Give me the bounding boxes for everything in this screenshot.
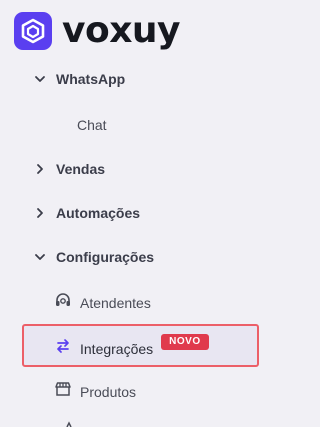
swap-arrows-icon [54,337,72,360]
headset-icon [54,291,72,314]
nav-section-label: WhatsApp [56,71,126,87]
brand-logo[interactable]: voxuy [14,10,181,51]
new-badge: NOVO [161,333,209,350]
nav-section-label: Automações [56,205,141,221]
nav-item-produtos[interactable]: Produtos [54,380,136,403]
nav-item-label: Integrações [80,340,154,357]
sidebar: voxuy WhatsApp Chat Vendas Automações Co… [0,0,265,427]
nav-section-label: Vendas [56,161,106,177]
nav-section-configuracoes[interactable]: Configurações [34,249,154,265]
nav-item-atendentes[interactable]: Atendentes [54,291,151,314]
chevron-down-icon [34,73,46,85]
nav-item-label: Atendentes [80,294,151,311]
voxuy-logo-icon [14,12,52,50]
store-icon [54,380,72,403]
nav-item-label: Produtos [80,383,137,400]
nav-section-vendas[interactable]: Vendas [34,161,105,177]
nav-section-label: Configurações [56,249,155,265]
nav-item-chat[interactable]: Chat [77,117,107,133]
partial-icon [60,417,78,427]
nav-section-whatsapp[interactable]: WhatsApp [34,71,125,87]
nav-section-automacoes[interactable]: Automações [34,205,140,221]
chevron-right-icon [34,163,46,175]
brand-name: voxuy [62,10,181,51]
nav-item-integracoes[interactable]: Integrações NOVO [54,333,209,360]
nav-item-label: Chat [77,117,107,133]
chevron-down-icon [34,251,46,263]
chevron-right-icon [34,207,46,219]
